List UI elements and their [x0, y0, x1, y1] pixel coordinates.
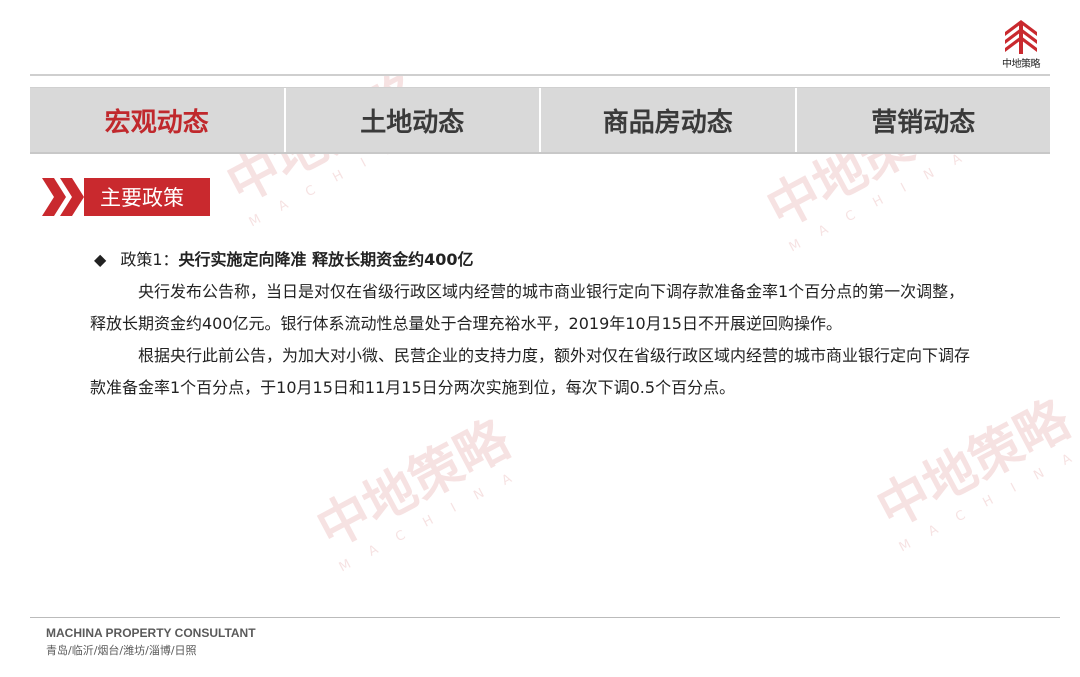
logo-text: 中地策略 [1002, 59, 1041, 70]
footer-company: MACHINA PROPERTY CONSULTANT [46, 626, 256, 640]
policy-prefix: 政策1： [120, 250, 179, 269]
policy-paragraph: 央行发布公告称，当日是对仅在省级行政区域内经营的城市商业银行定向下调存款准备金率… [90, 282, 965, 333]
watermark-text: 中地策略 [307, 409, 520, 561]
footer-divider [30, 617, 1060, 618]
watermark-sub: MACHINA [336, 460, 534, 576]
section-title: 主要政策 [84, 178, 210, 216]
policy-title: 央行实施定向降准 释放长期资金约400亿 [178, 250, 474, 269]
policy-heading: ◆ 政策1：央行实施定向降准 释放长期资金约400亿 [94, 244, 980, 276]
tab-land[interactable]: 土地动态 [285, 88, 541, 152]
footer-cities: 青岛/临沂/烟台/潍坊/淄博/日照 [46, 644, 197, 657]
brand-logo: 中地策略 [992, 18, 1050, 72]
section-header: 主要政策 [42, 178, 210, 216]
watermark: 中地策略 MACHINA [301, 395, 534, 576]
tab-bar: 宏观动态 土地动态 商品房动态 营销动态 [30, 87, 1050, 154]
watermark-sub: MACHINA [786, 140, 984, 256]
diamond-bullet-icon: ◆ [94, 250, 107, 269]
double-chevron-icon [42, 178, 84, 216]
building-logo-icon [1005, 20, 1037, 54]
tab-marketing[interactable]: 营销动态 [796, 88, 1050, 152]
tab-macro[interactable]: 宏观动态 [30, 88, 286, 152]
top-divider [30, 74, 1050, 76]
policy-content: ◆ 政策1：央行实施定向降准 释放长期资金约400亿 央行发布公告称，当日是对仅在… [90, 244, 980, 404]
policy-paragraph: 根据央行此前公告，为加大对小微、民营企业的支持力度，额外对仅在省级行政区域内经营… [90, 346, 971, 397]
tab-housing[interactable]: 商品房动态 [541, 88, 797, 152]
watermark-sub: MACHINA [896, 440, 1080, 556]
